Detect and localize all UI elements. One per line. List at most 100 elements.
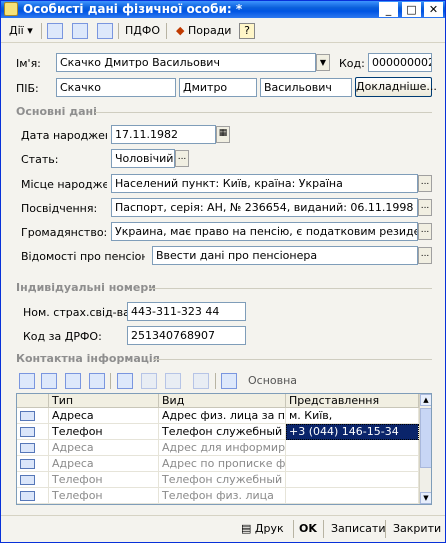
kind-cell: Адрес физ. лица за пр...: [159, 408, 286, 424]
code-label: Код:: [339, 57, 365, 70]
name-dropdown-button[interactable]: ▼: [316, 54, 330, 71]
code-input[interactable]: 000000002: [368, 53, 432, 72]
individual-section-title: Індивідуальні номери: [16, 281, 156, 294]
minimize-button[interactable]: _: [379, 2, 398, 17]
table-row[interactable]: Телефон Телефон служебный: [17, 472, 419, 488]
toolbar-separator: [110, 373, 111, 389]
insurance-label: Ном. страх.свід-ва:: [23, 306, 134, 319]
insurance-input[interactable]: 443-311-323 44: [127, 302, 246, 321]
table-header-icon: [17, 394, 49, 408]
birthplace-input[interactable]: Населений пункт: Київ, країна: Україна: [111, 174, 418, 193]
scroll-up-icon[interactable]: ▲: [420, 394, 431, 406]
footer-bar: ▤ Друк OK Записати Закрити: [1, 515, 445, 542]
help-button[interactable]: ?: [239, 23, 255, 39]
section-divider: [95, 112, 432, 113]
window-title: Особисті дані фізичної особи: *: [23, 2, 243, 16]
printer-icon: ▤: [241, 522, 252, 535]
basic-section-title: Основні дані: [16, 105, 97, 118]
table-header-kind[interactable]: Вид: [159, 394, 286, 408]
sex-input[interactable]: Чоловічий: [111, 149, 175, 168]
add-row-icon[interactable]: [19, 373, 35, 389]
pension-input[interactable]: Ввести дані про пенсіонера: [152, 246, 418, 265]
surname-input[interactable]: Скачко: [56, 78, 176, 97]
delete-row-icon[interactable]: [89, 373, 105, 389]
maximize-button[interactable]: □: [402, 2, 421, 17]
print-button[interactable]: ▤ Друк: [241, 520, 284, 538]
contact-type-icon: [20, 427, 35, 437]
type-cell: Адреса: [49, 408, 159, 424]
representation-cell: [286, 440, 419, 456]
close-button[interactable]: Закрити: [393, 520, 441, 538]
name-input[interactable]: Скачко Дмитро Васильович: [56, 53, 316, 72]
pension-label: Відомості про пенсіоне...: [21, 250, 145, 263]
scroll-thumb[interactable]: [420, 408, 431, 468]
row-icon-cell: [17, 424, 49, 440]
representation-cell: [286, 472, 419, 488]
table-row[interactable]: Телефон Телефон служебный +3 (044) 146-1…: [17, 424, 419, 440]
row-icon-cell: [17, 440, 49, 456]
table-row[interactable]: Адреса Адрес физ. лица за пр... м. Київ,: [17, 408, 419, 424]
representation-cell: [286, 456, 419, 472]
sex-select-button[interactable]: ...: [175, 150, 189, 167]
calendar-icon[interactable]: ▦: [216, 126, 230, 143]
birth-date-label: Дата народжен...: [21, 129, 107, 142]
pension-select-button[interactable]: ...: [418, 247, 432, 264]
section-divider: [153, 359, 432, 360]
birth-date-input[interactable]: 17.11.1982: [111, 125, 216, 144]
contact-type-icon: [20, 491, 35, 501]
details-button[interactable]: Докладніше...: [355, 77, 437, 97]
actions-label: Дії: [9, 24, 24, 37]
drfo-input[interactable]: 251340768907: [127, 326, 246, 345]
table-header-representation[interactable]: Представлення: [286, 394, 419, 408]
actions-menu[interactable]: Дії ▾: [9, 22, 33, 40]
contact-type-icon: [20, 443, 35, 453]
vertical-scrollbar[interactable]: ▲ ▼: [419, 394, 431, 504]
pdfo-button[interactable]: ПДФО: [125, 22, 160, 40]
app-icon: [4, 2, 18, 16]
title-bar[interactable]: Особисті дані фізичної особи: * _ □ ✕: [1, 1, 445, 18]
pib-label: ПІБ:: [16, 82, 39, 95]
id-document-input[interactable]: Паспорт, серія: АН, № 236654, виданий: 0…: [111, 198, 418, 217]
id-document-select-button[interactable]: ...: [418, 199, 432, 216]
representation-cell-selected[interactable]: +3 (044) 146-15-34: [286, 424, 419, 440]
birthplace-select-button[interactable]: ...: [418, 175, 432, 192]
table-row[interactable]: Телефон Телефон физ. лица: [17, 488, 419, 504]
main-label[interactable]: Основна: [248, 374, 297, 387]
scroll-down-icon[interactable]: ▼: [420, 492, 431, 504]
kind-cell: Адрес для информиро...: [159, 440, 286, 456]
toolbar-separator: [166, 23, 167, 39]
filter-icon: [141, 373, 157, 389]
id-document-label: Посвідчення:: [21, 202, 98, 215]
patronymic-input[interactable]: Васильович: [260, 78, 352, 97]
tips-button[interactable]: ◆ Поради: [176, 22, 231, 40]
navigate-icon[interactable]: [97, 23, 113, 39]
set-main-icon[interactable]: [221, 373, 237, 389]
table-row[interactable]: Адреса Адрес для информиро...: [17, 440, 419, 456]
copy-row-icon[interactable]: [41, 373, 57, 389]
citizenship-input[interactable]: Украина, має право на пенсію, є податков…: [111, 222, 418, 241]
toolbar: Дії ▾ ПДФО ◆ Поради ?: [1, 19, 445, 43]
close-window-button[interactable]: ✕: [424, 2, 443, 17]
kind-cell: Телефон физ. лица: [159, 488, 286, 504]
footer-separator: [323, 520, 324, 538]
name-label: Ім'я:: [16, 57, 41, 70]
first-name-input[interactable]: Дмитро: [179, 78, 257, 97]
ok-button[interactable]: OK: [299, 520, 317, 538]
save-button[interactable]: Записати: [331, 520, 385, 538]
row-icon-cell: [17, 488, 49, 504]
table-header-type[interactable]: Тип: [49, 394, 159, 408]
toolbar-separator: [41, 23, 42, 39]
toolbar-separator: [215, 373, 216, 389]
clear-filter-icon: [193, 373, 209, 389]
tips-label: Поради: [187, 24, 232, 37]
back-icon[interactable]: [47, 23, 63, 39]
contact-table[interactable]: Тип Вид Представлення Адреса Адрес физ. …: [16, 393, 432, 505]
sort-icon[interactable]: [117, 373, 133, 389]
type-cell: Телефон: [49, 488, 159, 504]
refresh-icon[interactable]: [72, 23, 88, 39]
edit-row-icon[interactable]: [65, 373, 81, 389]
representation-cell: [286, 488, 419, 504]
table-row[interactable]: Адреса Адрес по прописке фи...: [17, 456, 419, 472]
citizenship-select-button[interactable]: ...: [418, 223, 432, 240]
footer-separator: [385, 520, 386, 538]
